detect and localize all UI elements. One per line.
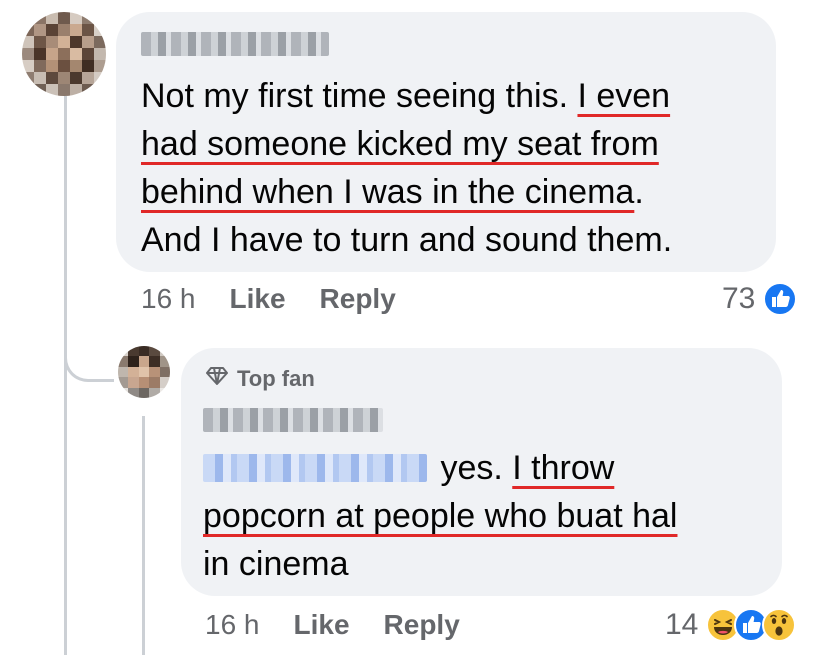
underlined-text: had someone kicked my seat from bbox=[141, 125, 659, 163]
comment-text-segment: Not my first time seeing this. bbox=[141, 77, 578, 115]
reply-button[interactable]: Reply bbox=[320, 283, 396, 315]
reaction-summary[interactable]: 14 bbox=[665, 608, 797, 642]
reply-connector bbox=[64, 300, 114, 382]
badge-label: Top fan bbox=[237, 366, 315, 391]
underlined-text: I even bbox=[577, 77, 671, 115]
reply-text-segment: in cinema bbox=[203, 545, 349, 583]
reply-text: yes. I throw popcorn at people who buat h… bbox=[203, 444, 773, 588]
like-button[interactable]: Like bbox=[294, 609, 350, 641]
comment-actions: 16 h Like Reply bbox=[141, 283, 430, 315]
timestamp[interactable]: 16 h bbox=[205, 609, 260, 641]
avatar[interactable] bbox=[22, 12, 106, 96]
comment-text: Not my first time seeing this. I even had… bbox=[141, 72, 781, 264]
like-button[interactable]: Like bbox=[230, 283, 286, 315]
underlined-text: I throw bbox=[512, 449, 615, 487]
top-fan-badge: Top fan bbox=[205, 366, 315, 392]
comment-text-segment: . bbox=[634, 173, 644, 211]
reaction-count: 14 bbox=[665, 608, 699, 641]
like-icon bbox=[763, 282, 798, 316]
wow-icon bbox=[762, 608, 797, 642]
reaction-summary[interactable]: 73 bbox=[722, 282, 798, 316]
reply-thread-line bbox=[142, 416, 145, 655]
reply-author-name-blurred[interactable] bbox=[203, 408, 383, 432]
comment-text-segment: And I have to turn and sound them. bbox=[141, 221, 673, 259]
underlined-text: behind when I was in the cinema bbox=[141, 173, 635, 211]
reply-avatar[interactable] bbox=[118, 346, 170, 398]
reaction-count: 73 bbox=[722, 282, 756, 315]
reply-button[interactable]: Reply bbox=[384, 609, 460, 641]
author-name-blurred[interactable] bbox=[141, 32, 329, 56]
thread-line bbox=[64, 96, 67, 655]
timestamp[interactable]: 16 h bbox=[141, 283, 196, 315]
underlined-text: popcorn at people who buat hal bbox=[203, 497, 678, 535]
diamond-icon bbox=[205, 366, 229, 392]
reply-actions: 16 h Like Reply bbox=[205, 609, 494, 641]
reply-text-segment: yes. bbox=[431, 449, 513, 487]
